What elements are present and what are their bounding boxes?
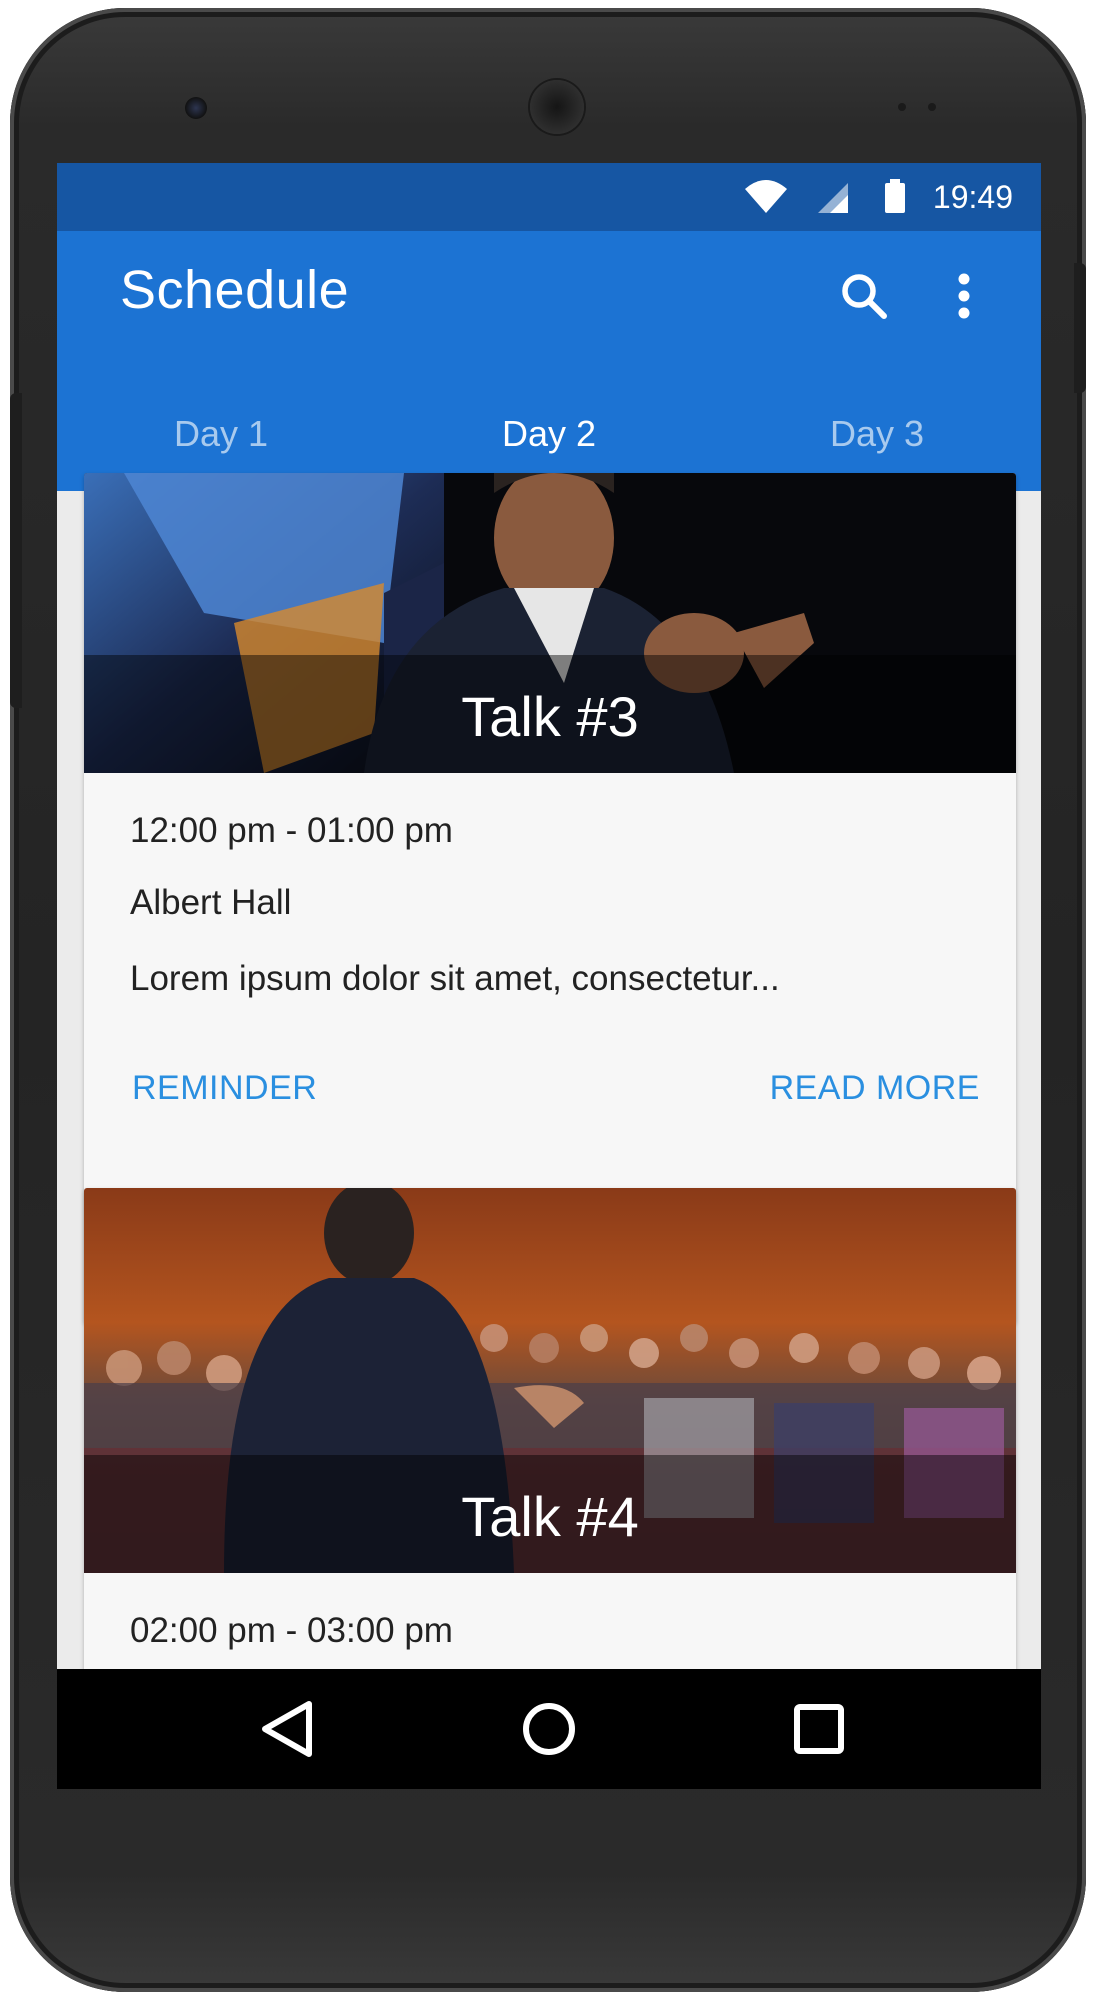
talk-image: Talk #3 xyxy=(84,473,1016,773)
more-vert-icon xyxy=(958,273,970,319)
battery-icon xyxy=(883,177,907,222)
proximity-sensor xyxy=(898,103,906,111)
screen: 19:49 Schedule Day 1 Day 2 Day 3 Talk #3… xyxy=(57,163,1041,1789)
talk-title: Talk #4 xyxy=(461,1485,639,1548)
back-icon xyxy=(262,1701,312,1757)
status-time: 19:49 xyxy=(932,179,1013,215)
talk-image: Talk #4 xyxy=(84,1188,1016,1573)
cell-signal-icon xyxy=(814,177,850,222)
talk-location: Albert Hall xyxy=(130,883,292,922)
talk-time: 02:00 pm - 03:00 pm xyxy=(130,1611,453,1650)
status-bar: 19:49 xyxy=(57,163,1041,231)
light-sensor xyxy=(928,103,936,111)
talk-time: 12:00 pm - 01:00 pm xyxy=(130,811,453,850)
search-icon xyxy=(842,274,887,319)
read-more-button[interactable]: READ MORE xyxy=(770,1069,980,1108)
recents-icon xyxy=(794,1704,844,1754)
volume-button xyxy=(10,393,22,708)
talk-title: Talk #3 xyxy=(461,685,639,748)
more-options-button[interactable] xyxy=(929,261,999,331)
power-button xyxy=(1074,263,1086,393)
front-camera xyxy=(185,97,207,119)
recents-button[interactable] xyxy=(779,1689,859,1769)
page-title: Schedule xyxy=(120,260,350,320)
home-icon xyxy=(523,1703,575,1755)
home-button[interactable] xyxy=(509,1689,589,1769)
navigation-bar xyxy=(57,1669,1041,1789)
earpiece-speaker xyxy=(530,80,584,134)
search-button[interactable] xyxy=(829,261,899,331)
app-bar: Schedule Day 1 Day 2 Day 3 xyxy=(57,231,1041,491)
back-button[interactable] xyxy=(247,1689,327,1769)
wifi-icon xyxy=(743,177,789,222)
reminder-button[interactable]: REMINDER xyxy=(132,1069,317,1108)
talk-description: Lorem ipsum dolor sit amet, consectetur.… xyxy=(130,959,780,998)
